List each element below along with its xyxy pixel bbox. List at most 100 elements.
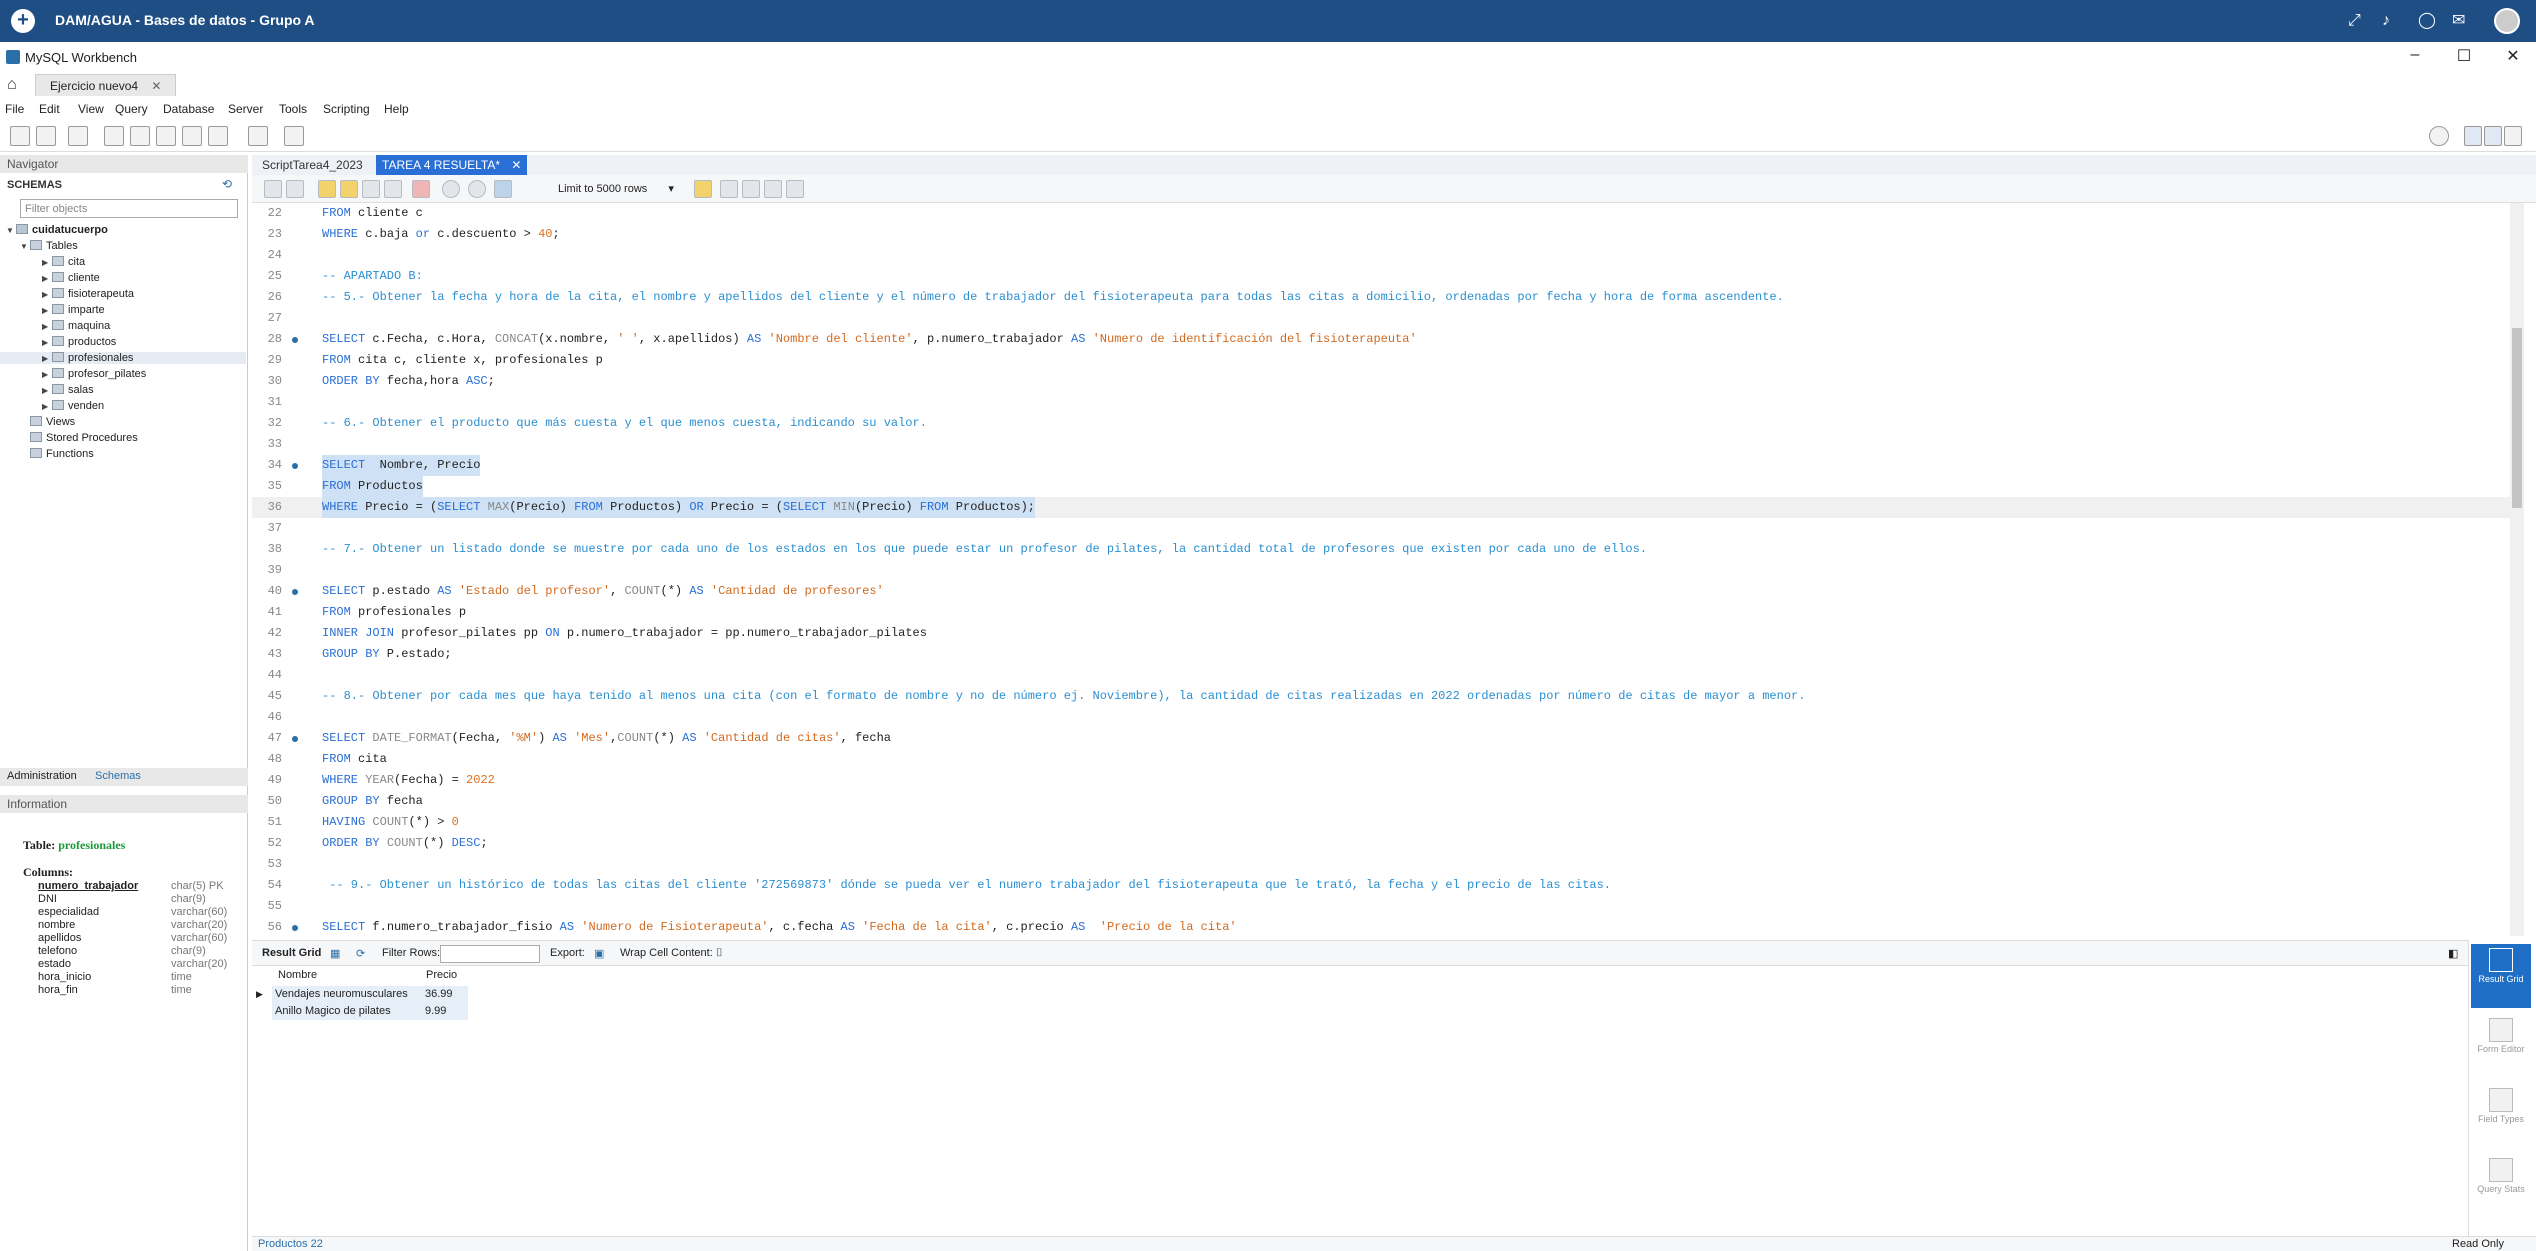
- code-line[interactable]: 25 -- APARTADO B:: [252, 266, 2522, 287]
- menu-database[interactable]: Database: [163, 102, 214, 116]
- beautify-icon[interactable]: [720, 180, 738, 198]
- bookmark-icon[interactable]: [694, 180, 712, 198]
- reconnect-icon[interactable]: [284, 126, 304, 146]
- menu-tools[interactable]: Tools: [279, 102, 307, 116]
- table-item[interactable]: ▶ fisioterapeuta: [42, 288, 134, 300]
- functions-node[interactable]: Functions: [30, 448, 94, 460]
- code-line[interactable]: 40 SELECT p.estado AS 'Estado del profeso…: [252, 581, 2522, 602]
- result-grid-button[interactable]: Result Grid: [2471, 944, 2531, 1008]
- search-table-icon[interactable]: [248, 126, 268, 146]
- tab-tarea4[interactable]: TAREA 4 RESUELTA* ✕: [376, 155, 528, 175]
- explain-icon[interactable]: [362, 180, 380, 198]
- code-line[interactable]: 24: [252, 245, 2522, 266]
- close-tab-icon[interactable]: ✕: [151, 79, 161, 93]
- code-line[interactable]: 39: [252, 560, 2522, 581]
- code-line[interactable]: 51 HAVING COUNT(*) > 0: [252, 812, 2522, 833]
- tables-node[interactable]: ▼ Tables: [20, 240, 78, 252]
- code-line[interactable]: 50 GROUP BY fecha: [252, 791, 2522, 812]
- result-tab-productos[interactable]: Productos 22: [258, 1238, 323, 1250]
- filter-rows-input[interactable]: [440, 945, 540, 963]
- bell-icon[interactable]: ♪: [2382, 11, 2390, 31]
- chat-icon[interactable]: ◯: [2418, 11, 2436, 31]
- table-item[interactable]: ▶ cita: [42, 256, 85, 268]
- tab-script[interactable]: ScriptTarea4_2023: [256, 155, 369, 175]
- code-line[interactable]: 53: [252, 854, 2522, 875]
- menu-scripting[interactable]: Scripting: [323, 102, 370, 116]
- table-item[interactable]: ▶ cliente: [42, 272, 100, 284]
- code-line[interactable]: 27: [252, 308, 2522, 329]
- code-line[interactable]: 28 SELECT c.Fecha, c.Hora, CONCAT(x.nombr…: [252, 329, 2522, 350]
- table-item[interactable]: ▶ imparte: [42, 304, 105, 316]
- editor-scrollbar[interactable]: [2510, 203, 2524, 936]
- settings-icon[interactable]: [2429, 126, 2449, 146]
- code-line[interactable]: 37: [252, 518, 2522, 539]
- sql-editor[interactable]: 22 FROM cliente c 23 WHERE c.baja or c.desc…: [252, 203, 2522, 936]
- grid-column-header[interactable]: Precio: [422, 967, 482, 985]
- rollback-icon[interactable]: [468, 180, 486, 198]
- code-line[interactable]: 44: [252, 665, 2522, 686]
- create-function-icon[interactable]: [208, 126, 228, 146]
- code-line[interactable]: 35 FROM Productos: [252, 476, 2522, 497]
- code-line[interactable]: 29 FROM cita c, cliente x, profesionales …: [252, 350, 2522, 371]
- export-icon[interactable]: ▣: [594, 947, 604, 960]
- create-table-icon[interactable]: [130, 126, 150, 146]
- code-line[interactable]: 31: [252, 392, 2522, 413]
- close-tab-icon[interactable]: ✕: [511, 158, 521, 172]
- code-line[interactable]: 45 -- 8.- Obtener por cada mes que haya t…: [252, 686, 2522, 707]
- result-grid-label[interactable]: Result Grid: [262, 947, 321, 959]
- create-procedure-icon[interactable]: [182, 126, 202, 146]
- code-line[interactable]: 38 -- 7.- Obtener un listado donde se mue…: [252, 539, 2522, 560]
- toggle-output-icon[interactable]: [2484, 126, 2502, 146]
- scrollbar-thumb[interactable]: [2512, 328, 2522, 508]
- table-item[interactable]: ▶ maquina: [42, 320, 110, 332]
- code-line[interactable]: 43 GROUP BY P.estado;: [252, 644, 2522, 665]
- code-line[interactable]: 42 INNER JOIN profesor_pilates pp ON p.nu…: [252, 623, 2522, 644]
- filter-input[interactable]: Filter objects: [20, 199, 238, 218]
- code-line[interactable]: 56 SELECT f.numero_trabajador_fisio AS 'N…: [252, 917, 2522, 936]
- toggle-sidebar-icon[interactable]: [2464, 126, 2482, 146]
- code-line[interactable]: 41 FROM profesionales p: [252, 602, 2522, 623]
- tab-administration[interactable]: Administration: [7, 770, 77, 782]
- table-item[interactable]: ▶ venden: [42, 400, 104, 412]
- code-line[interactable]: 36 WHERE Precio = (SELECT MAX(Precio) FRO…: [252, 497, 2522, 518]
- table-item-selected[interactable]: ▶ profesionales: [0, 352, 246, 364]
- grid-cell[interactable]: 9.99: [422, 1003, 468, 1020]
- grid-icon[interactable]: ▦: [330, 947, 340, 960]
- code-line[interactable]: 26 -- 5.- Obtener la fecha y hora de la c…: [252, 287, 2522, 308]
- avatar[interactable]: [2494, 8, 2520, 34]
- tab-schemas[interactable]: Schemas: [95, 770, 141, 782]
- code-line[interactable]: 46: [252, 707, 2522, 728]
- mail-icon[interactable]: ✉: [2452, 11, 2465, 31]
- new-sql-tab-icon[interactable]: [10, 126, 30, 146]
- menu-server[interactable]: Server: [228, 102, 263, 116]
- add-icon[interactable]: +: [11, 9, 35, 33]
- toggle-secondary-sidebar-icon[interactable]: [2504, 126, 2522, 146]
- code-line[interactable]: 55: [252, 896, 2522, 917]
- execute-icon[interactable]: [318, 180, 336, 198]
- code-line[interactable]: 23 WHERE c.baja or c.descuento > 40;: [252, 224, 2522, 245]
- table-item[interactable]: ▶ salas: [42, 384, 94, 396]
- autocommit-icon[interactable]: [494, 180, 512, 198]
- table-item[interactable]: ▶ productos: [42, 336, 116, 348]
- code-line[interactable]: 54 -- 9.- Obtener un histórico de todas …: [252, 875, 2522, 896]
- create-view-icon[interactable]: [156, 126, 176, 146]
- save-icon[interactable]: [286, 180, 304, 198]
- code-line[interactable]: 30 ORDER BY fecha,hora ASC;: [252, 371, 2522, 392]
- table-item[interactable]: ▶ profesor_pilates: [42, 368, 146, 380]
- form-editor-button[interactable]: Form Editor: [2471, 1014, 2531, 1078]
- menu-edit[interactable]: Edit: [39, 102, 60, 116]
- grid-cell[interactable]: 36.99: [422, 986, 468, 1003]
- wrap-cell-icon[interactable]: ⌷: [716, 947, 723, 960]
- commit-icon[interactable]: [442, 180, 460, 198]
- invisible-chars-icon[interactable]: [764, 180, 782, 198]
- field-types-button[interactable]: Field Types: [2471, 1084, 2531, 1148]
- code-line[interactable]: 34 SELECT Nombre, Precio: [252, 455, 2522, 476]
- expand-icon[interactable]: ⤢: [2348, 11, 2361, 31]
- code-line[interactable]: 52 ORDER BY COUNT(*) DESC;: [252, 833, 2522, 854]
- maximize-icon[interactable]: ☐: [2449, 46, 2479, 66]
- close-icon[interactable]: ✕: [2498, 46, 2528, 66]
- code-line[interactable]: 49 WHERE YEAR(Fecha) = 2022: [252, 770, 2522, 791]
- document-tab[interactable]: Ejercicio nuevo4 ✕: [35, 74, 177, 96]
- execute-current-icon[interactable]: [340, 180, 358, 198]
- grid-column-header[interactable]: Nombre: [274, 967, 394, 985]
